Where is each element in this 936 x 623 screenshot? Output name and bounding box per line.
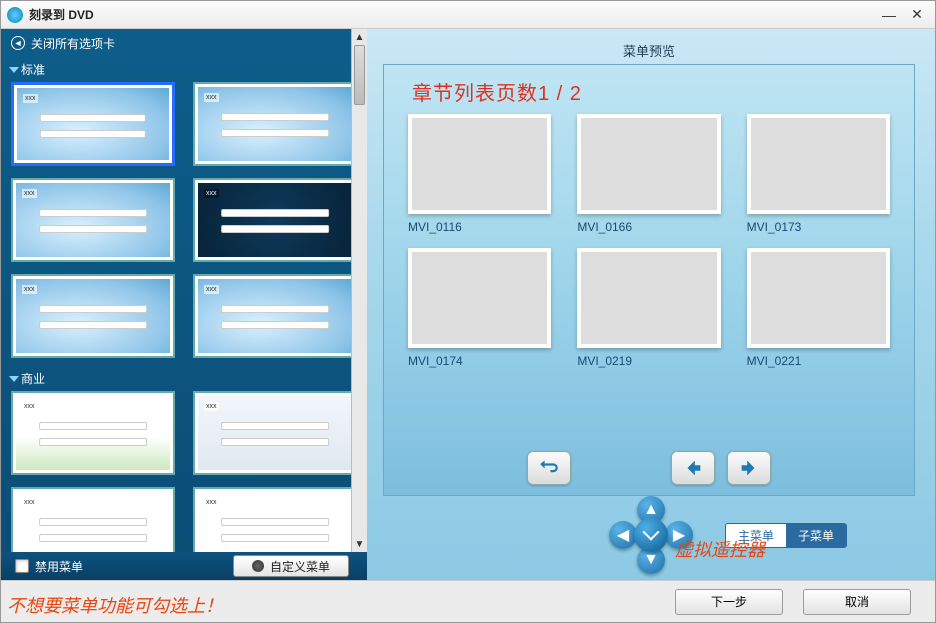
custom-menu-label: 自定义菜单 (270, 558, 330, 575)
template-item[interactable]: xxx (11, 487, 175, 552)
clip-item[interactable]: MVI_0221 (747, 248, 890, 368)
close-all-icon: ◄ (11, 36, 25, 50)
clip-item[interactable]: MVI_0116 (408, 114, 551, 234)
clip-item[interactable]: MVI_0174 (408, 248, 551, 368)
section-business-label: 商业 (21, 370, 45, 387)
dpad-enter-button[interactable] (634, 518, 668, 552)
preview-title: 菜单预览 (383, 35, 915, 64)
return-icon (538, 457, 560, 479)
template-item[interactable]: xxx (11, 178, 175, 262)
disable-menu-checkbox[interactable] (15, 559, 29, 573)
section-business[interactable]: 商业 (1, 366, 357, 391)
close-all-tabs[interactable]: ◄ 关闭所有选项卡 (1, 29, 367, 57)
template-item[interactable]: xxx (193, 391, 357, 475)
virtual-controller: ▲ ▼ ◀ ▶ (607, 496, 695, 574)
template-panel: ◄ 关闭所有选项卡 标准 xxx xxx xxx xxx xxx xxx (1, 29, 367, 580)
clip-thumbnail (408, 114, 551, 214)
next-page-button[interactable] (727, 451, 771, 485)
scroll-up-icon[interactable]: ▲ (352, 29, 367, 45)
dpad-left-button[interactable]: ◀ (609, 521, 637, 549)
clip-grid: MVI_0116 MVI_0166 MVI_0173 MVI_0174 MVI_… (408, 114, 890, 368)
arrow-left-icon (682, 457, 704, 479)
clip-name: MVI_0221 (747, 354, 890, 368)
app-window: 刻录到 DVD — ✕ ◄ 关闭所有选项卡 标准 xxx xxx xxx xxx (0, 0, 936, 623)
titlebar: 刻录到 DVD — ✕ (1, 1, 935, 29)
template-item[interactable]: xxx (11, 274, 175, 358)
clip-thumbnail (747, 248, 890, 348)
preview-box: 章节列表页数1 / 2 MVI_0116 MVI_0166 MVI_0173 M… (383, 64, 915, 496)
arrow-right-icon (738, 457, 760, 479)
next-button[interactable]: 下一步 (675, 589, 783, 615)
clip-name: MVI_0166 (577, 220, 720, 234)
cancel-button[interactable]: 取消 (803, 589, 911, 615)
footer: 不想要菜单功能可勾选上！ 下一步 取消 (1, 580, 935, 622)
preview-panel: 菜单预览 章节列表页数1 / 2 MVI_0116 MVI_0166 MVI_0… (367, 29, 935, 580)
clip-item[interactable]: MVI_0173 (747, 114, 890, 234)
clip-name: MVI_0173 (747, 220, 890, 234)
controller-row: ▲ ▼ ◀ ▶ 主菜单 子菜单 虚拟遥控器 (383, 496, 915, 574)
annotation-virtual-controller: 虚拟遥控器 (675, 536, 765, 562)
scroll-down-icon[interactable]: ▼ (352, 536, 367, 552)
preview-nav (384, 451, 914, 485)
app-icon (7, 7, 23, 23)
minimize-button[interactable]: — (877, 6, 901, 24)
template-item[interactable]: xxx (193, 274, 357, 358)
close-all-label: 关闭所有选项卡 (31, 35, 115, 52)
clip-name: MVI_0116 (408, 220, 551, 234)
clip-thumbnail (577, 114, 720, 214)
template-panel-footer: 禁用菜单 自定义菜单 (1, 552, 367, 580)
expand-icon (9, 376, 19, 382)
clip-thumbnail (408, 248, 551, 348)
clip-name: MVI_0219 (577, 354, 720, 368)
scroll-thumb[interactable] (354, 45, 365, 105)
clip-item[interactable]: MVI_0166 (577, 114, 720, 234)
prev-page-button[interactable] (671, 451, 715, 485)
template-grid-business: xxx xxx xxx xxx (11, 391, 357, 552)
gear-icon (252, 560, 264, 572)
disable-menu-label: 禁用菜单 (35, 558, 83, 575)
custom-menu-button[interactable]: 自定义菜单 (233, 555, 349, 577)
window-title: 刻录到 DVD (29, 6, 94, 23)
template-scrollbar[interactable]: ▲ ▼ (351, 29, 367, 552)
sub-menu-tab[interactable]: 子菜单 (786, 524, 846, 547)
expand-icon (9, 67, 19, 73)
template-item[interactable]: xxx (11, 391, 175, 475)
clip-item[interactable]: MVI_0219 (577, 248, 720, 368)
template-grid-standard: xxx xxx xxx xxx xxx xxx (11, 82, 357, 366)
template-item[interactable]: xxx (193, 487, 357, 552)
annotation-disable-hint: 不想要菜单功能可勾选上！ (7, 592, 223, 618)
template-item[interactable]: xxx (11, 82, 175, 166)
section-standard[interactable]: 标准 (1, 57, 367, 82)
template-item[interactable]: xxx (193, 82, 357, 166)
section-standard-label: 标准 (21, 61, 45, 78)
return-button[interactable] (527, 451, 571, 485)
template-item[interactable]: xxx (193, 178, 357, 262)
clip-thumbnail (747, 114, 890, 214)
clip-name: MVI_0174 (408, 354, 551, 368)
close-button[interactable]: ✕ (905, 6, 929, 24)
chapter-heading: 章节列表页数1 / 2 (412, 77, 890, 106)
clip-thumbnail (577, 248, 720, 348)
